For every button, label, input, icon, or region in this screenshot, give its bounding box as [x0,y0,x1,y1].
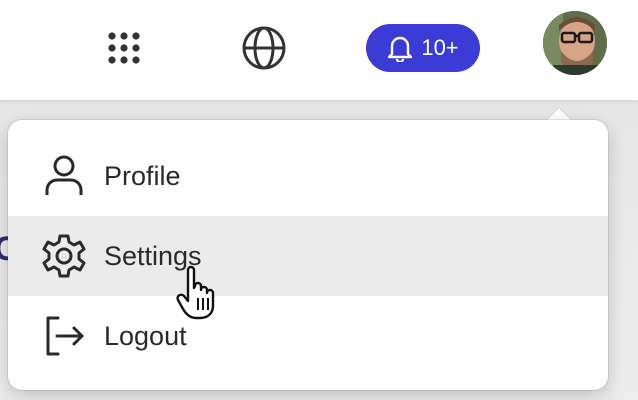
apps-grid-icon [108,32,140,64]
gear-icon [40,232,88,280]
apps-grid-button[interactable] [100,24,148,72]
menu-item-label: Profile [104,160,181,191]
notifications-button[interactable]: 10+ [366,24,480,72]
language-button[interactable] [240,24,288,72]
globe-icon [242,26,286,70]
user-dropdown-menu: Profile Settings Logout [8,120,608,390]
logout-icon [40,312,88,360]
menu-item-label: Logout [104,320,187,351]
user-avatar-button[interactable] [543,11,607,75]
avatar [543,11,607,75]
hand-pointer-cursor-icon [176,265,215,320]
menu-item-settings[interactable]: Settings [8,216,608,296]
menu-item-logout[interactable]: Logout [8,296,608,376]
menu-item-profile[interactable]: Profile [8,136,608,216]
user-icon [40,152,88,200]
bell-icon [388,36,413,62]
top-navigation-bar: 10+ [0,0,638,100]
notification-count: 10+ [421,35,459,60]
